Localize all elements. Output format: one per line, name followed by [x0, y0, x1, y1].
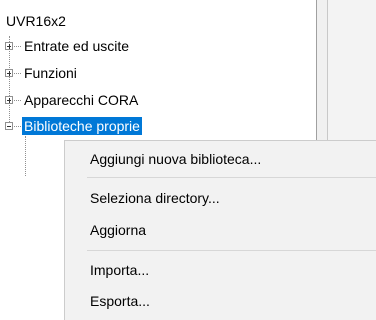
menu-separator — [87, 177, 376, 178]
tree-branch-line — [14, 46, 21, 47]
menu-separator — [87, 250, 376, 251]
menu-item-importa[interactable]: Importa... — [65, 259, 376, 281]
menu-item-label: Importa... — [90, 262, 150, 278]
tree-root-label: UVR16x2 — [6, 13, 66, 29]
expand-plus-icon[interactable] — [5, 69, 13, 77]
expand-plus-icon[interactable] — [5, 96, 13, 104]
tree-child-connector-line — [25, 136, 26, 176]
screen: UVR16x2 Entrate ed uscite Funzioni Appar… — [0, 0, 376, 320]
tree-root-node[interactable]: UVR16x2 — [6, 12, 66, 30]
menu-item-label: Esporta... — [90, 293, 150, 309]
expand-plus-icon[interactable] — [5, 42, 13, 50]
tree-branch-line — [14, 126, 21, 127]
tree-branch-line — [14, 73, 21, 74]
menu-item-label: Seleziona directory... — [90, 190, 220, 206]
tree-node-label: Funzioni — [24, 65, 77, 81]
context-menu: Aggiungi nuova biblioteca... Seleziona d… — [64, 140, 376, 320]
collapse-minus-icon[interactable] — [5, 122, 13, 130]
menu-item-seleziona-directory[interactable]: Seleziona directory... — [65, 187, 376, 209]
tree-node-label: Entrate ed uscite — [24, 38, 130, 54]
tree-node-label: Apparecchi CORA — [24, 92, 139, 108]
menu-item-label: Aggiungi nuova biblioteca... — [90, 151, 262, 167]
tree-branch-line — [14, 100, 21, 101]
tree-node-label-selected: Biblioteche proprie — [22, 117, 142, 135]
menu-item-label: Aggiorna — [90, 222, 147, 238]
menu-item-esporta[interactable]: Esporta... — [65, 290, 376, 312]
menu-item-aggiungi-nuova-biblioteca[interactable]: Aggiungi nuova biblioteca... — [65, 148, 376, 170]
menu-item-aggiorna[interactable]: Aggiorna — [65, 219, 376, 241]
